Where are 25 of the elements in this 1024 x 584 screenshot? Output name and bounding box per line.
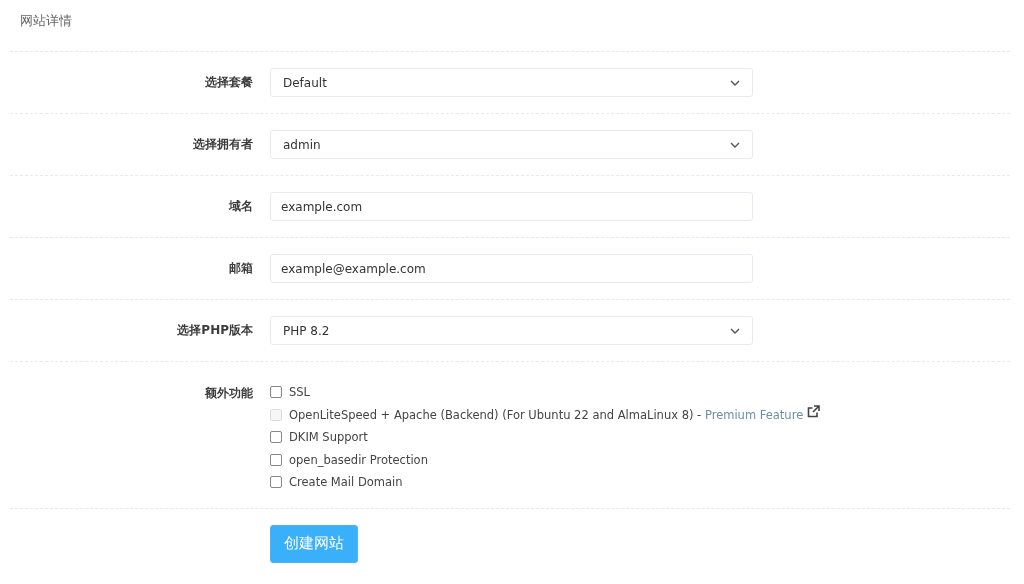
field-label: 选择套餐: [204, 74, 254, 91]
checkbox[interactable]: [270, 431, 282, 444]
chevron-down-icon: [730, 327, 740, 334]
checkbox-label: open_basedir Protection: [289, 452, 428, 467]
checkbox-label: DKIM Support: [289, 430, 368, 445]
external-link-icon[interactable]: [807, 405, 821, 419]
chevron-down-icon: [730, 141, 740, 148]
field-label: 选择拥有者: [192, 136, 254, 153]
field-label: 选择PHP版本: [176, 322, 254, 339]
checkbox[interactable]: [270, 386, 282, 399]
chevron-down-icon: [730, 79, 740, 86]
select-field[interactable]: admin: [270, 130, 753, 159]
input-field[interactable]: example@example.com: [270, 254, 753, 283]
checkbox[interactable]: [270, 476, 282, 489]
section-title: 网站详情: [19, 12, 73, 30]
checkbox[interactable]: [270, 453, 282, 466]
field-label: 邮箱: [228, 260, 254, 277]
select-field[interactable]: PHP 8.2: [270, 316, 753, 345]
field-label: 域名: [227, 198, 254, 215]
checkbox-label: Create Mail Domain: [289, 475, 403, 490]
checkbox-label: SSL: [289, 385, 310, 400]
checkbox-label: OpenLiteSpeed + Apache (Backend) (For Ubuntu 22 and AlmaLinux 8) -: [289, 407, 703, 422]
input-field[interactable]: example.com: [270, 192, 753, 221]
field-label: 额外功能: [204, 385, 254, 402]
select-field[interactable]: Default: [270, 68, 753, 97]
